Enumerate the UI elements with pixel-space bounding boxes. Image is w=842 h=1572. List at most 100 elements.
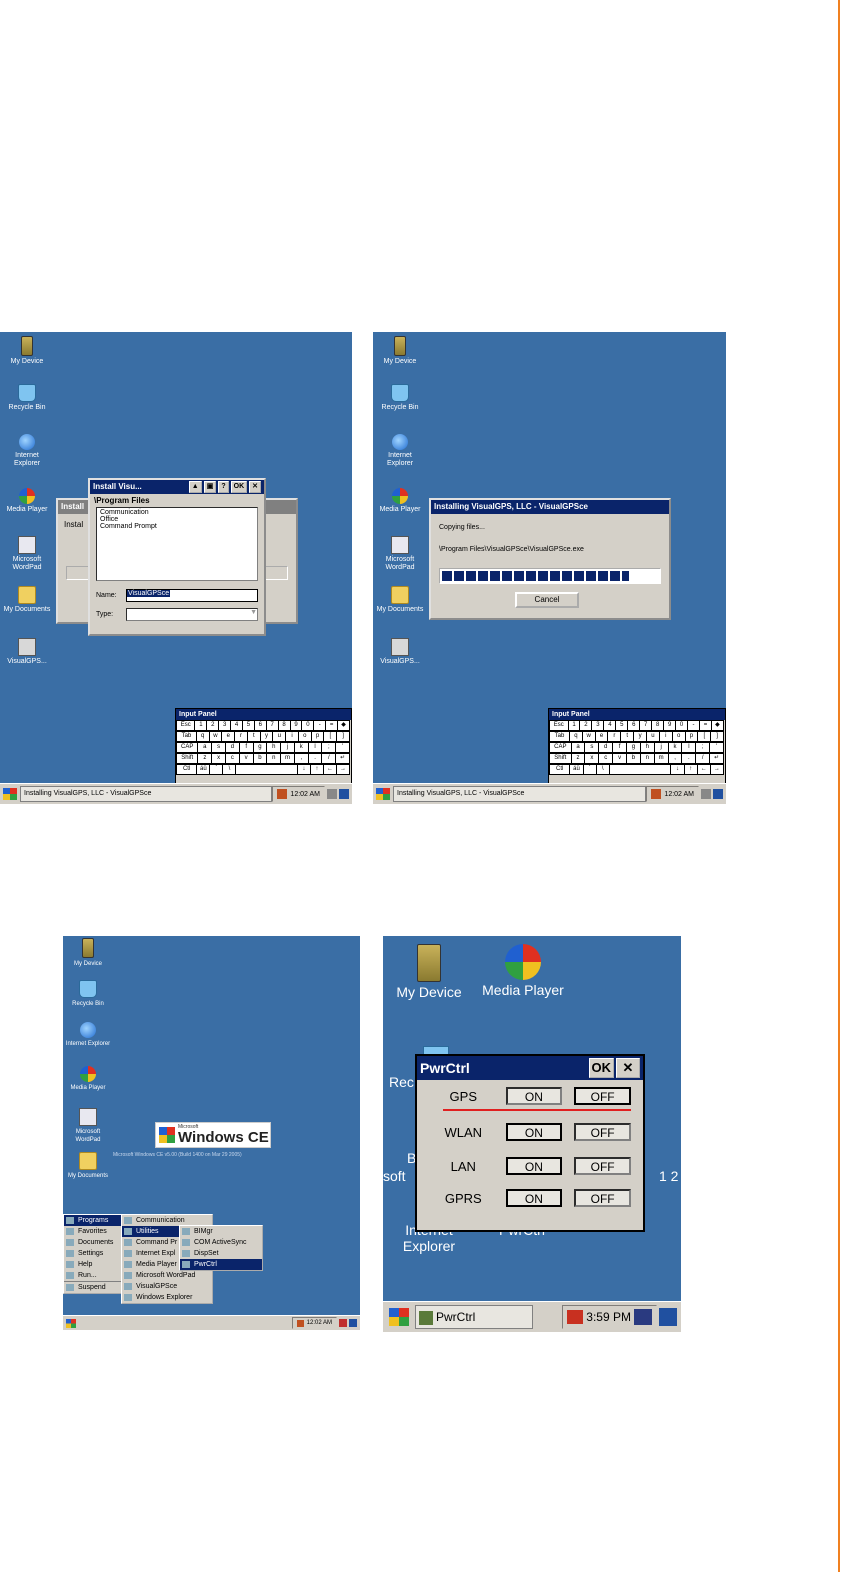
key[interactable]: p [684,731,699,742]
key[interactable]: \ [222,764,237,775]
key[interactable]: ↵ [709,753,725,764]
key[interactable]: a [197,742,213,753]
key[interactable]: z [197,753,213,764]
key[interactable]: Shift [176,753,199,764]
internet-explorer-icon[interactable]: Internet Explorer [375,434,425,468]
name-input[interactable]: VisualGPSce [127,590,171,597]
close-button[interactable]: ✕ [249,481,261,493]
key[interactable]: l [307,742,323,753]
key[interactable]: q [568,731,583,742]
key[interactable]: ] [336,731,351,742]
key[interactable]: z [570,753,586,764]
key[interactable]: y [633,731,647,742]
key[interactable]: . [681,753,697,764]
key[interactable]: i [658,731,673,742]
help-button[interactable]: ? [218,481,229,493]
my-documents-icon[interactable]: My Documents [2,586,52,614]
key[interactable]: Tab [549,731,570,742]
key[interactable]: ◆ [337,720,350,731]
key[interactable]: x [211,753,226,764]
menu-item-settings[interactable]: Settings [64,1248,122,1259]
key[interactable]: o [297,731,312,742]
key[interactable]: . [307,753,323,764]
keyboard-icon[interactable] [701,789,711,799]
wordpad-icon[interactable]: Microsoft WordPad [2,536,52,572]
lan-on-button[interactable]: ON [505,1157,563,1175]
start-icon[interactable] [376,788,390,800]
menu-item-documents[interactable]: Documents [64,1237,122,1248]
visualgps-icon[interactable]: VisualGPS... [375,638,425,666]
key[interactable]: x [584,753,600,764]
key[interactable]: t [620,731,635,742]
gprs-on-button[interactable]: ON [505,1189,563,1207]
keyboard-icon[interactable] [339,1319,347,1327]
key[interactable]: u [272,731,287,742]
key[interactable]: ← [322,764,337,775]
key[interactable]: Tab [176,731,197,742]
menu-item-programs[interactable]: Programs [64,1215,122,1226]
taskbar-item[interactable]: Installing VisualGPS, LLC - VisualGPSce [20,786,273,802]
key[interactable]: q [195,731,210,742]
key[interactable]: m [653,753,669,764]
menu-item-wordpad[interactable]: Microsoft WordPad [122,1270,212,1281]
key[interactable]: Ctl [549,764,571,775]
my-device-icon[interactable]: My Device [391,944,467,1000]
start-icon[interactable] [389,1308,409,1326]
menu-item-windows-explorer[interactable]: Windows Explorer [122,1292,212,1303]
key[interactable]: r [234,731,248,742]
key[interactable]: g [252,742,268,753]
start-icon[interactable] [3,788,17,800]
cancel-button[interactable]: Cancel [515,592,579,608]
my-documents-icon[interactable]: My Documents [375,586,425,614]
wordpad-icon[interactable]: Microsoft WordPad [375,536,425,572]
key[interactable]: l [681,742,697,753]
menu-item-activesync[interactable]: COM ActiveSync [180,1237,262,1248]
key[interactable]: [ [697,731,712,742]
key[interactable]: b [626,753,641,764]
wordpad-icon[interactable]: Microsoft WordPad [63,1108,113,1144]
key[interactable]: d [598,742,614,753]
key[interactable]: ← [696,764,711,775]
menu-item-favorites[interactable]: Favorites [64,1226,122,1237]
key[interactable]: i [285,731,299,742]
key[interactable]: d [225,742,240,753]
key[interactable]: CAP [549,742,572,753]
key[interactable]: ` [209,764,224,775]
my-device-icon[interactable]: My Device [63,938,113,968]
my-device-icon[interactable]: My Device [2,336,52,366]
key[interactable]: ↵ [335,753,351,764]
media-player-icon[interactable]: Media Player [475,944,571,998]
key[interactable]: CAP [176,742,199,753]
key[interactable]: ↓ [670,764,685,775]
key[interactable]: ' [335,742,351,753]
key[interactable]: h [639,742,655,753]
key[interactable]: Esc [549,720,569,731]
wlan-on-button[interactable]: ON [505,1123,563,1141]
key[interactable]: o [671,731,686,742]
key[interactable]: y [259,731,274,742]
menu-item-run[interactable]: Run... [64,1270,122,1281]
ok-button[interactable]: OK [588,1058,614,1078]
key[interactable]: áü [569,764,584,775]
key[interactable]: k [667,742,683,753]
key[interactable]: w [581,731,596,742]
key[interactable]: h [266,742,282,753]
keyboard-icon[interactable] [634,1309,652,1325]
media-player-icon[interactable]: Media Player [375,488,425,514]
key[interactable]: [ [323,731,338,742]
key[interactable]: v [612,753,628,764]
wlan-off-button[interactable]: OFF [574,1123,632,1141]
key[interactable]: b [252,753,268,764]
visualgps-icon[interactable]: VisualGPS... [2,638,52,666]
key[interactable]: s [584,742,600,753]
key[interactable]: r [607,731,622,742]
key[interactable]: Ctl [176,764,198,775]
key[interactable]: ↑ [309,764,324,775]
key[interactable]: → [335,764,351,775]
my-documents-icon[interactable]: My Documents [63,1152,113,1180]
internet-explorer-icon[interactable]: Internet Explorer [63,1022,113,1048]
folder-up-icon[interactable]: ▲ [188,481,202,493]
new-folder-icon[interactable]: ▣ [203,481,217,493]
key[interactable]: v [238,753,254,764]
key[interactable]: ◆ [710,720,724,731]
